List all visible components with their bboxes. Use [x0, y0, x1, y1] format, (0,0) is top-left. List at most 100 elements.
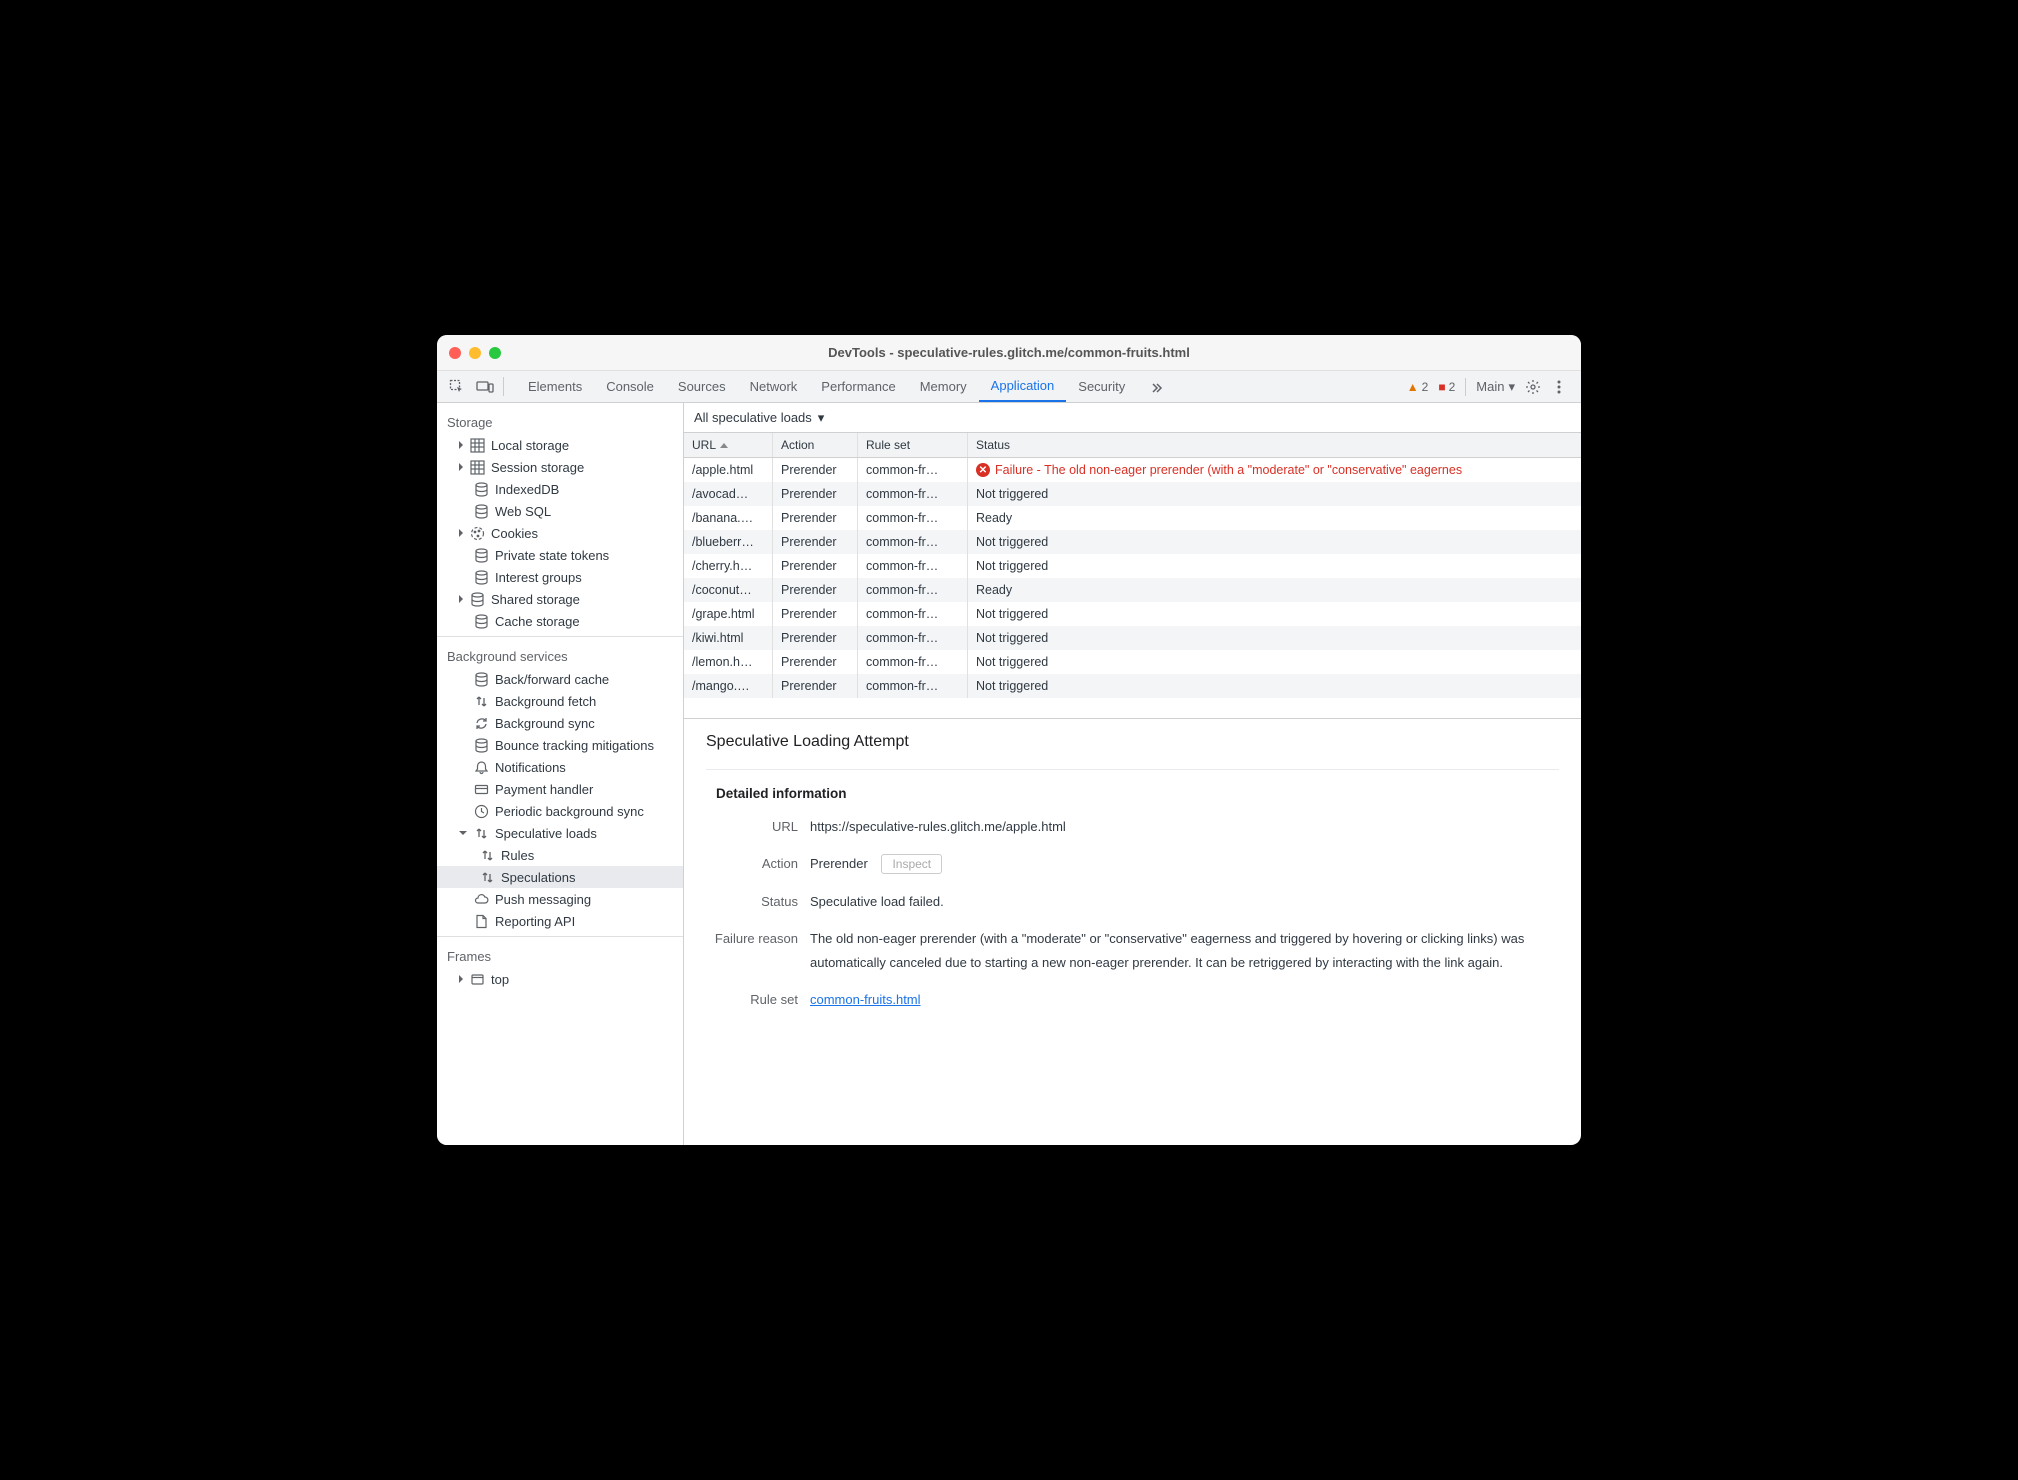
table-row[interactable]: /lemon.h…Prerendercommon-fr…Not triggere… [684, 650, 1581, 674]
tab-console[interactable]: Console [594, 371, 666, 402]
sidebar-item-background-sync[interactable]: Background sync [437, 712, 683, 734]
sidebar-item-notifications[interactable]: Notifications [437, 756, 683, 778]
sidebar-item-speculations[interactable]: Speculations [437, 866, 683, 888]
ruleset-link[interactable]: common-fruits.html [810, 992, 921, 1007]
sidebar-item-cache-storage[interactable]: Cache storage [437, 610, 683, 632]
table-row[interactable]: /coconut…Prerendercommon-fr…Ready [684, 578, 1581, 602]
sidebar-item-push-messaging[interactable]: Push messaging [437, 888, 683, 910]
sidebar-item-local-storage[interactable]: Local storage [437, 434, 683, 456]
db-icon [473, 737, 489, 753]
tab-sources[interactable]: Sources [666, 371, 738, 402]
sort-asc-icon [720, 443, 728, 448]
th-action[interactable]: Action [773, 433, 858, 457]
table-row[interactable]: /apple.htmlPrerendercommon-fr…✕Failure -… [684, 458, 1581, 482]
sidebar-item-interest-groups[interactable]: Interest groups [437, 566, 683, 588]
expand-arrow-icon[interactable] [459, 441, 463, 449]
sidebar-item-back-forward-cache[interactable]: Back/forward cache [437, 668, 683, 690]
warnings-badge[interactable]: ▲ 2 [1407, 380, 1429, 394]
sidebar-item-label: Shared storage [491, 592, 580, 607]
cell-ruleset: common-fr… [858, 506, 968, 530]
sidebar-item-background-fetch[interactable]: Background fetch [437, 690, 683, 712]
inspect-button[interactable]: Inspect [881, 854, 942, 874]
cell-action: Prerender [773, 554, 858, 578]
cell-status: Not triggered [968, 482, 1581, 506]
expand-arrow-icon[interactable] [459, 463, 463, 471]
sidebar-item-top[interactable]: top [437, 968, 683, 990]
errors-badge[interactable]: ■ 2 [1438, 380, 1455, 394]
sidebar-item-rules[interactable]: Rules [437, 844, 683, 866]
sidebar-item-session-storage[interactable]: Session storage [437, 456, 683, 478]
minimize-window-button[interactable] [469, 347, 481, 359]
sidebar-item-indexeddb[interactable]: IndexedDB [437, 478, 683, 500]
cell-url: /cherry.h… [684, 554, 773, 578]
application-sidebar: Storage Local storageSession storageInde… [437, 403, 684, 1145]
updown-icon [479, 869, 495, 885]
tab-security[interactable]: Security [1066, 371, 1137, 402]
cell-ruleset: common-fr… [858, 650, 968, 674]
table-row[interactable]: /blueberr…Prerendercommon-fr…Not trigger… [684, 530, 1581, 554]
tab-performance[interactable]: Performance [809, 371, 907, 402]
action-label: Action [706, 852, 810, 875]
failure-value: The old non-eager prerender (with a "mod… [810, 927, 1559, 974]
cell-action: Prerender [773, 626, 858, 650]
sidebar-item-private-state-tokens[interactable]: Private state tokens [437, 544, 683, 566]
table-row[interactable]: /kiwi.htmlPrerendercommon-fr…Not trigger… [684, 626, 1581, 650]
tab-memory[interactable]: Memory [908, 371, 979, 402]
db-icon [473, 671, 489, 687]
updown-icon [479, 847, 495, 863]
sidebar-item-web-sql[interactable]: Web SQL [437, 500, 683, 522]
th-url[interactable]: URL [684, 433, 773, 457]
settings-icon[interactable] [1525, 379, 1541, 395]
sidebar-item-cookies[interactable]: Cookies [437, 522, 683, 544]
cell-ruleset: common-fr… [858, 530, 968, 554]
updown-icon [473, 825, 489, 841]
tab-overflow[interactable] [1137, 371, 1175, 402]
expand-arrow-icon[interactable] [459, 595, 463, 603]
tab-network[interactable]: Network [738, 371, 810, 402]
th-status[interactable]: Status [968, 433, 1581, 457]
db-icon [473, 569, 489, 585]
sidebar-item-speculative-loads[interactable]: Speculative loads [437, 822, 683, 844]
table-header: URL Action Rule set Status [684, 433, 1581, 458]
tab-elements[interactable]: Elements [516, 371, 594, 402]
sidebar-item-periodic-background-sync[interactable]: Periodic background sync [437, 800, 683, 822]
cell-status: Not triggered [968, 626, 1581, 650]
status-label: Status [706, 890, 810, 913]
chevron-down-icon[interactable]: ▾ [818, 410, 825, 426]
db-icon [473, 547, 489, 563]
device-toggle-icon[interactable] [471, 371, 499, 402]
sidebar-item-label: Background fetch [495, 694, 596, 709]
db-icon [473, 481, 489, 497]
sidebar-item-label: Cache storage [495, 614, 580, 629]
expand-arrow-icon[interactable] [459, 975, 463, 983]
detail-subtitle: Detailed information [706, 769, 1559, 801]
cell-action: Prerender [773, 578, 858, 602]
table-row[interactable]: /mango.…Prerendercommon-fr…Not triggered [684, 674, 1581, 698]
cell-ruleset: common-fr… [858, 554, 968, 578]
target-selector[interactable]: Main ▾ [1476, 379, 1515, 395]
th-ruleset[interactable]: Rule set [858, 433, 968, 457]
table-row[interactable]: /cherry.h…Prerendercommon-fr…Not trigger… [684, 554, 1581, 578]
sidebar-item-reporting-api[interactable]: Reporting API [437, 910, 683, 932]
table-row[interactable]: /banana.…Prerendercommon-fr…Ready [684, 506, 1581, 530]
maximize-window-button[interactable] [489, 347, 501, 359]
url-label: URL [706, 815, 810, 838]
expand-arrow-icon[interactable] [459, 529, 463, 537]
warnings-count: 2 [1422, 380, 1429, 394]
file-icon [473, 913, 489, 929]
cell-ruleset: common-fr… [858, 578, 968, 602]
more-icon[interactable] [1551, 379, 1567, 395]
inspect-element-icon[interactable] [443, 371, 471, 402]
table-row[interactable]: /grape.htmlPrerendercommon-fr…Not trigge… [684, 602, 1581, 626]
sidebar-item-shared-storage[interactable]: Shared storage [437, 588, 683, 610]
sidebar-item-payment-handler[interactable]: Payment handler [437, 778, 683, 800]
tab-application[interactable]: Application [979, 371, 1067, 402]
cell-url: /coconut… [684, 578, 773, 602]
expand-arrow-icon[interactable] [459, 831, 467, 835]
errors-count: 2 [1449, 380, 1456, 394]
panel-tabs: Elements Console Sources Network Perform… [516, 371, 1175, 402]
table-row[interactable]: /avocad…Prerendercommon-fr…Not triggered [684, 482, 1581, 506]
close-window-button[interactable] [449, 347, 461, 359]
frame-icon [469, 971, 485, 987]
sidebar-item-bounce-tracking-mitigations[interactable]: Bounce tracking mitigations [437, 734, 683, 756]
